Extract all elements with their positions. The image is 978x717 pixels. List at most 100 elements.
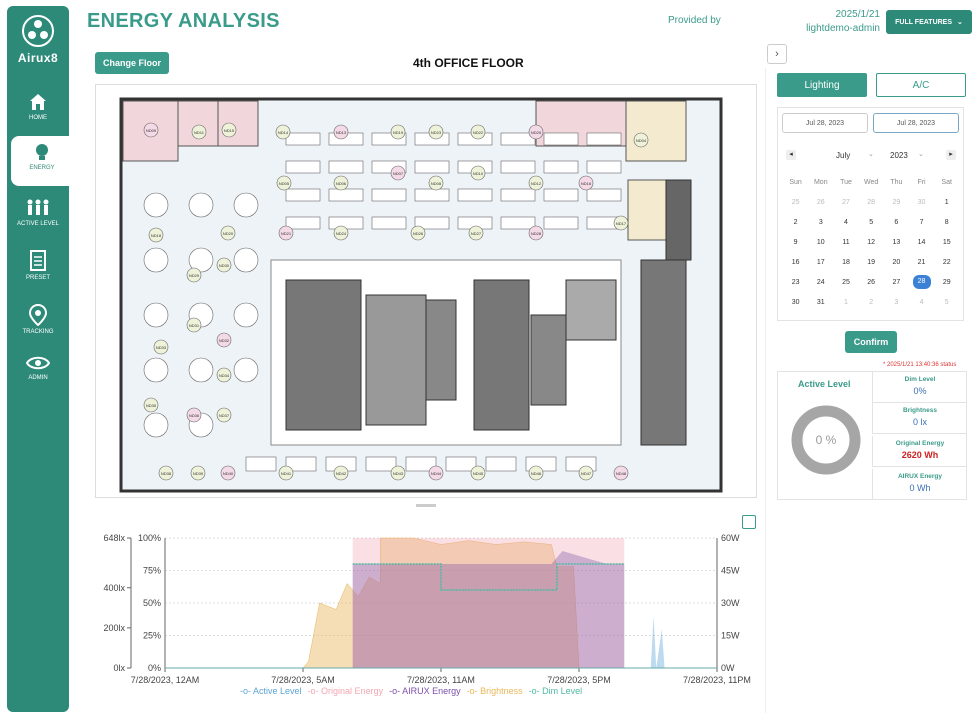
calendar-day[interactable]: 27 (833, 199, 858, 206)
sensor-node-marker[interactable]: ND13 (333, 124, 349, 140)
calendar-day[interactable]: 30 (909, 199, 934, 206)
sensor-node-marker[interactable]: ND09 (143, 122, 159, 138)
calendar-day[interactable]: 3 (808, 219, 833, 226)
calendar-day[interactable]: 28 (909, 275, 934, 289)
sensor-node-marker[interactable]: ND18 (148, 227, 164, 243)
sensor-node-marker[interactable]: ND07 (390, 165, 406, 181)
next-month-icon[interactable]: ▸ (946, 150, 956, 160)
calendar-day[interactable]: 27 (884, 279, 909, 286)
sensor-node-marker[interactable]: ND14 (275, 124, 291, 140)
sensor-node-marker[interactable]: ND28 (528, 225, 544, 241)
calendar-day[interactable]: 12 (859, 239, 884, 246)
calendar-day[interactable]: 26 (859, 279, 884, 286)
sensor-node-marker[interactable]: ND15 (221, 122, 237, 138)
calendar-day[interactable]: 18 (833, 259, 858, 266)
prev-month-icon[interactable]: ◂ (786, 150, 796, 160)
calendar-day[interactable]: 11 (833, 239, 858, 246)
calendar-day[interactable]: 29 (934, 279, 959, 286)
nav-preset[interactable]: PRESET (7, 244, 69, 294)
sensor-node-marker[interactable]: ND42 (333, 465, 349, 481)
nav-admin[interactable]: ADMIN (7, 348, 69, 398)
nav-energy[interactable]: ENERGY (11, 136, 73, 186)
sensor-node-marker[interactable]: ND21 (278, 225, 294, 241)
sensor-node-marker[interactable]: ND16 (578, 175, 594, 191)
sensor-node-marker[interactable]: ND39 (190, 465, 206, 481)
sensor-node-marker[interactable]: ND22 (470, 124, 486, 140)
sensor-node-marker[interactable]: ND45 (470, 465, 486, 481)
date-from-input[interactable]: Jul 28, 2023 (782, 113, 868, 133)
sensor-node-marker[interactable]: ND41 (278, 465, 294, 481)
sensor-node-marker[interactable]: ND24 (333, 225, 349, 241)
calendar-day[interactable]: 28 (859, 199, 884, 206)
calendar-day[interactable]: 25 (833, 279, 858, 286)
export-icon[interactable] (742, 515, 756, 529)
calendar-day[interactable]: 7 (909, 219, 934, 226)
sensor-node-marker[interactable]: ND05 (276, 175, 292, 191)
nav-tracking[interactable]: TRACKING (7, 298, 69, 348)
sensor-node-marker[interactable]: ND04 (633, 132, 649, 148)
calendar-day[interactable]: 25 (783, 199, 808, 206)
sensor-node-marker[interactable]: ND37 (216, 407, 232, 423)
calendar-day[interactable]: 31 (808, 299, 833, 306)
sensor-node-marker[interactable]: ND26 (410, 225, 426, 241)
sensor-node-marker[interactable]: ND29 (186, 267, 202, 283)
calendar-day[interactable]: 8 (934, 219, 959, 226)
calendar-day[interactable]: 15 (934, 239, 959, 246)
sensor-node-marker[interactable]: ND25 (528, 124, 544, 140)
sensor-node-marker[interactable]: ND11 (191, 124, 207, 140)
calendar-day[interactable]: 4 (833, 219, 858, 226)
nav-home[interactable]: HOME (7, 86, 69, 136)
calendar-day[interactable]: 19 (859, 259, 884, 266)
legend-original-energy[interactable]: -o- Original Energy (308, 686, 384, 696)
calendar-day[interactable]: 1 (833, 299, 858, 306)
date-to-input[interactable]: Jul 28, 2023 (873, 113, 959, 133)
legend-brightness[interactable]: -o- Brightness (467, 686, 523, 696)
legend-airux-energy[interactable]: -o- AIRUX Energy (389, 686, 461, 696)
calendar-day[interactable]: 22 (934, 259, 959, 266)
calendar-day[interactable]: 10 (808, 239, 833, 246)
tab-lighting[interactable]: Lighting (777, 73, 867, 97)
calendar-day[interactable]: 2 (859, 299, 884, 306)
sensor-node-marker[interactable]: ND08 (428, 175, 444, 191)
calendar-day[interactable]: 1 (934, 199, 959, 206)
legend-active-level[interactable]: -o- Active Level (240, 686, 302, 696)
sensor-node-marker[interactable]: ND12 (528, 175, 544, 191)
sensor-node-marker[interactable]: ND17 (613, 215, 629, 231)
calendar-day[interactable]: 5 (934, 299, 959, 306)
calendar-day[interactable]: 5 (859, 219, 884, 226)
sensor-node-marker[interactable]: ND23 (428, 124, 444, 140)
sensor-node-marker[interactable]: ND40 (220, 465, 236, 481)
confirm-button[interactable]: Confirm (845, 331, 897, 353)
calendar-day[interactable]: 3 (884, 299, 909, 306)
sensor-node-marker[interactable]: ND48 (613, 465, 629, 481)
sensor-node-marker[interactable]: ND20 (220, 225, 236, 241)
sensor-node-marker[interactable]: ND44 (428, 465, 444, 481)
calendar-day[interactable]: 20 (884, 259, 909, 266)
sensor-node-marker[interactable]: ND10 (470, 165, 486, 181)
calendar-day[interactable]: 9 (783, 239, 808, 246)
sensor-node-marker[interactable]: ND19 (390, 124, 406, 140)
expand-panel-button[interactable]: › (767, 44, 787, 64)
calendar-day[interactable]: 26 (808, 199, 833, 206)
legend-dim-level[interactable]: -o- Dim Level (529, 686, 583, 696)
year-select[interactable]: 2023 (890, 151, 908, 160)
calendar-day[interactable]: 14 (909, 239, 934, 246)
sensor-node-marker[interactable]: ND06 (333, 175, 349, 191)
sensor-node-marker[interactable]: ND35 (143, 397, 159, 413)
calendar-day[interactable]: 21 (909, 259, 934, 266)
calendar-day[interactable]: 2 (783, 219, 808, 226)
calendar-day[interactable]: 16 (783, 259, 808, 266)
sensor-node-marker[interactable]: ND38 (158, 465, 174, 481)
sensor-node-marker[interactable]: ND43 (390, 465, 406, 481)
nav-active-level[interactable]: ACTIVE LEVEL (7, 192, 69, 242)
sensor-node-marker[interactable]: ND34 (216, 367, 232, 383)
sensor-node-marker[interactable]: ND31 (186, 317, 202, 333)
sensor-node-marker[interactable]: ND33 (153, 339, 169, 355)
brand-logo[interactable]: Airux8 (7, 14, 69, 65)
calendar-day[interactable]: 13 (884, 239, 909, 246)
full-features-button[interactable]: FULL FEATURES ⌄ (886, 10, 972, 34)
sensor-node-marker[interactable]: ND27 (468, 225, 484, 241)
calendar-day[interactable]: 30 (783, 299, 808, 306)
calendar-day[interactable]: 24 (808, 279, 833, 286)
sensor-node-marker[interactable]: ND36 (186, 407, 202, 423)
